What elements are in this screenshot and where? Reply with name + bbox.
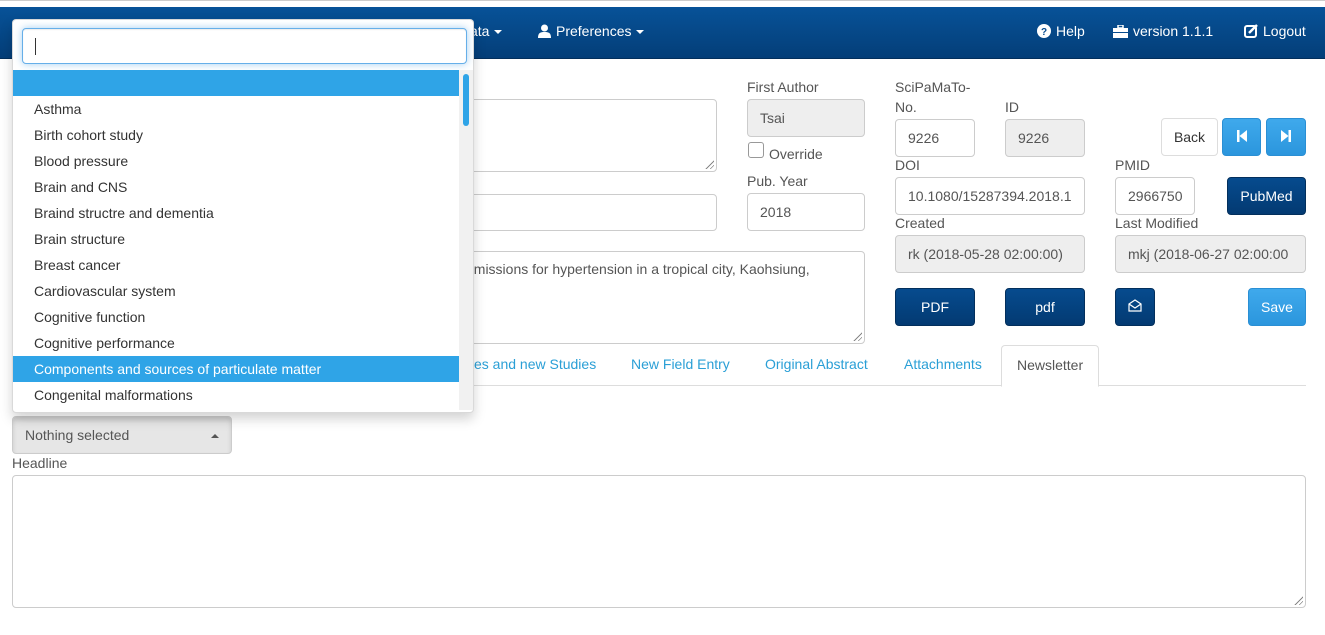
doi-field[interactable]: 10.1080/15287394.2018.1 bbox=[895, 177, 1085, 215]
nav-help-label: Help bbox=[1056, 23, 1085, 39]
save-button-label: Save bbox=[1261, 299, 1293, 315]
step-forward-icon bbox=[1281, 129, 1291, 145]
first-author-value: Tsai bbox=[760, 110, 785, 126]
resize-handle[interactable] bbox=[704, 159, 714, 169]
scipamato-no-field[interactable]: 9226 bbox=[895, 119, 975, 157]
scrollbar-thumb[interactable] bbox=[463, 74, 469, 126]
dropdown-option[interactable]: Asthma bbox=[13, 96, 459, 122]
pub-year-field[interactable]: 2018 bbox=[747, 193, 865, 231]
nav-preferences-label: Preferences bbox=[556, 23, 632, 39]
pdf-lower-button[interactable]: pdf bbox=[1005, 288, 1085, 326]
id-field: 9226 bbox=[1005, 119, 1085, 157]
dropdown-option-highlighted[interactable]: Components and sources of particulate ma… bbox=[13, 356, 459, 382]
dropdown-option[interactable]: Breast cancer bbox=[13, 252, 459, 278]
tab-original-abstract[interactable]: Original Abstract bbox=[765, 345, 868, 386]
caret-down-icon bbox=[494, 30, 503, 35]
dropdown-option[interactable]: Cognitive function bbox=[13, 304, 459, 330]
step-backward-icon bbox=[1236, 129, 1247, 145]
doi-label: DOI bbox=[895, 157, 920, 173]
dropdown-search-input[interactable] bbox=[22, 28, 467, 64]
scipamato-no-label-line1: SciPaMaTo- bbox=[895, 79, 971, 95]
mail-button[interactable] bbox=[1115, 288, 1155, 326]
title-text: dmissions for hypertension in a tropical… bbox=[466, 261, 810, 277]
last-modified-field: mkj (2018-06-27 02:00:00 bbox=[1115, 235, 1306, 273]
resize-handle[interactable] bbox=[1293, 595, 1303, 605]
first-author-field: Tsai bbox=[747, 99, 865, 137]
pmid-label: PMID bbox=[1115, 157, 1150, 173]
resize-handle[interactable] bbox=[852, 331, 862, 341]
tab-newsletter[interactable]: Newsletter bbox=[1001, 345, 1100, 387]
dropdown-option[interactable]: Cardiovascular system bbox=[13, 278, 459, 304]
back-button-label: Back bbox=[1173, 129, 1206, 145]
nav-menu-data[interactable]: ata bbox=[470, 7, 503, 59]
scipamato-no-value: 9226 bbox=[908, 130, 940, 146]
tab-bar: es and new Studies New Field Entry Origi… bbox=[470, 345, 1306, 387]
save-button[interactable]: Save bbox=[1248, 288, 1306, 326]
next-button[interactable] bbox=[1266, 118, 1306, 156]
svg-text:?: ? bbox=[1041, 27, 1047, 38]
id-value: 9226 bbox=[1018, 130, 1050, 146]
newsletter-topic-select[interactable]: Nothing selected bbox=[12, 416, 232, 454]
headline-label: Headline bbox=[12, 455, 68, 471]
envelope-open-icon bbox=[1128, 299, 1142, 315]
previous-button[interactable] bbox=[1222, 118, 1261, 156]
id-label: ID bbox=[1005, 99, 1019, 115]
dropdown-option[interactable]: Birth cohort study bbox=[13, 122, 459, 148]
dropdown-option-list: Asthma Birth cohort study Blood pressure… bbox=[13, 70, 459, 412]
scipamato-no-label-line2: No. bbox=[895, 99, 917, 115]
back-button[interactable]: Back bbox=[1161, 118, 1218, 156]
nav-menu-preferences[interactable]: Preferences bbox=[538, 7, 645, 59]
tab-attachments[interactable]: Attachments bbox=[904, 345, 982, 386]
text-cursor bbox=[35, 38, 36, 55]
created-label: Created bbox=[895, 215, 945, 231]
newsletter-topic-dropdown: Asthma Birth cohort study Blood pressure… bbox=[12, 19, 474, 413]
dropdown-option[interactable]: Blood pressure bbox=[13, 148, 459, 174]
dropdown-option[interactable]: Brain structure bbox=[13, 226, 459, 252]
tab-new-studies[interactable]: es and new Studies bbox=[474, 345, 596, 386]
pmid-value: 2966750 bbox=[1128, 188, 1183, 204]
first-author-label: First Author bbox=[747, 79, 819, 95]
override-label: Override bbox=[769, 146, 823, 162]
dropdown-option[interactable]: Cognitive performance bbox=[13, 330, 459, 356]
last-modified-label: Last Modified bbox=[1115, 215, 1199, 231]
pub-year-label: Pub. Year bbox=[747, 173, 808, 189]
nav-help[interactable]: ? Help bbox=[1037, 7, 1085, 59]
edit-square-icon bbox=[1244, 9, 1258, 57]
dropdown-option[interactable]: Braind structre and dementia bbox=[13, 200, 459, 226]
nav-version[interactable]: version 1.1.1 bbox=[1113, 7, 1213, 59]
pmid-field[interactable]: 2966750 bbox=[1115, 177, 1195, 215]
created-field: rk (2018-05-28 02:00:00) bbox=[895, 235, 1085, 273]
dropdown-option[interactable]: Brain and CNS bbox=[13, 174, 459, 200]
question-circle-icon: ? bbox=[1037, 9, 1051, 57]
caret-up-icon bbox=[211, 434, 219, 438]
caret-down-icon bbox=[636, 30, 645, 35]
browser-top-edge bbox=[0, 0, 1325, 7]
created-value: rk (2018-05-28 02:00:00) bbox=[908, 246, 1063, 262]
pub-year-value: 2018 bbox=[760, 204, 792, 220]
dropdown-option[interactable]: Congenital malformations bbox=[13, 382, 459, 408]
nav-logout[interactable]: Logout bbox=[1244, 7, 1306, 59]
newsletter-topic-select-value: Nothing selected bbox=[25, 427, 130, 443]
nav-version-label: version 1.1.1 bbox=[1133, 23, 1214, 39]
nav-logout-label: Logout bbox=[1263, 23, 1306, 39]
headline-textarea[interactable] bbox=[12, 475, 1306, 608]
tab-new-field-entry[interactable]: New Field Entry bbox=[631, 345, 730, 386]
dropdown-option-empty[interactable] bbox=[13, 70, 459, 96]
pdf-upper-button[interactable]: PDF bbox=[895, 288, 975, 326]
last-modified-value: mkj (2018-06-27 02:00:00 bbox=[1128, 246, 1289, 262]
pubmed-button-label: PubMed bbox=[1240, 188, 1293, 204]
briefcase-icon bbox=[1113, 9, 1128, 57]
dropdown-scrollbar[interactable] bbox=[459, 70, 473, 410]
user-icon bbox=[538, 9, 551, 57]
override-checkbox[interactable] bbox=[748, 142, 764, 158]
pdf-upper-button-label: PDF bbox=[921, 299, 949, 315]
pubmed-button[interactable]: PubMed bbox=[1227, 177, 1306, 215]
doi-value: 10.1080/15287394.2018.1 bbox=[908, 188, 1072, 204]
pdf-lower-button-label: pdf bbox=[1035, 299, 1055, 315]
